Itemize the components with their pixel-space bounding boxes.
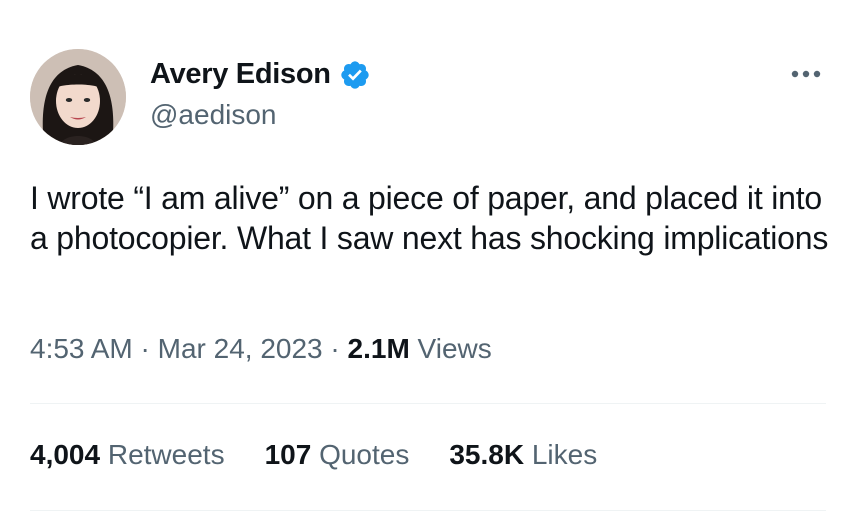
meta-separator: · bbox=[140, 333, 150, 364]
retweets-stat[interactable]: 4,004 Retweets bbox=[30, 439, 225, 471]
meta-separator: · bbox=[330, 333, 340, 364]
avatar-image bbox=[30, 49, 126, 145]
verified-badge-icon[interactable] bbox=[339, 59, 371, 91]
quotes-stat[interactable]: 107 Quotes bbox=[265, 439, 410, 471]
tweet-meta: 4:53 AM · Mar 24, 2023 · 2.1M Views bbox=[30, 333, 492, 365]
tweet-date[interactable]: Mar 24, 2023 bbox=[158, 333, 323, 364]
author-display-name[interactable]: Avery Edison bbox=[150, 58, 331, 91]
views-label[interactable]: Views bbox=[418, 333, 492, 364]
tweet-card: Avery Edison @aedison I wrote “I am aliv… bbox=[0, 0, 850, 522]
quotes-count: 107 bbox=[264, 439, 312, 470]
likes-label: Likes bbox=[531, 439, 598, 470]
retweets-count: 4,004 bbox=[30, 439, 101, 470]
engagement-stats: 4,004 Retweets 107 Quotes 35.8K Likes bbox=[30, 439, 597, 471]
divider bbox=[30, 403, 826, 404]
author-name-row: Avery Edison bbox=[150, 58, 371, 91]
tweet-text: I wrote “I am alive” on a piece of paper… bbox=[30, 180, 829, 256]
more-horizontal-icon[interactable] bbox=[788, 62, 824, 86]
retweets-label: Retweets bbox=[107, 439, 225, 470]
likes-stat[interactable]: 35.8K Likes bbox=[449, 439, 597, 471]
likes-count: 35.8K bbox=[449, 439, 525, 470]
tweet-time[interactable]: 4:53 AM bbox=[30, 333, 133, 364]
quotes-label: Quotes bbox=[319, 439, 410, 470]
divider bbox=[30, 510, 826, 511]
avatar[interactable] bbox=[30, 49, 126, 145]
views-count[interactable]: 2.1M bbox=[348, 333, 410, 364]
author-handle[interactable]: @aedison bbox=[150, 99, 277, 131]
